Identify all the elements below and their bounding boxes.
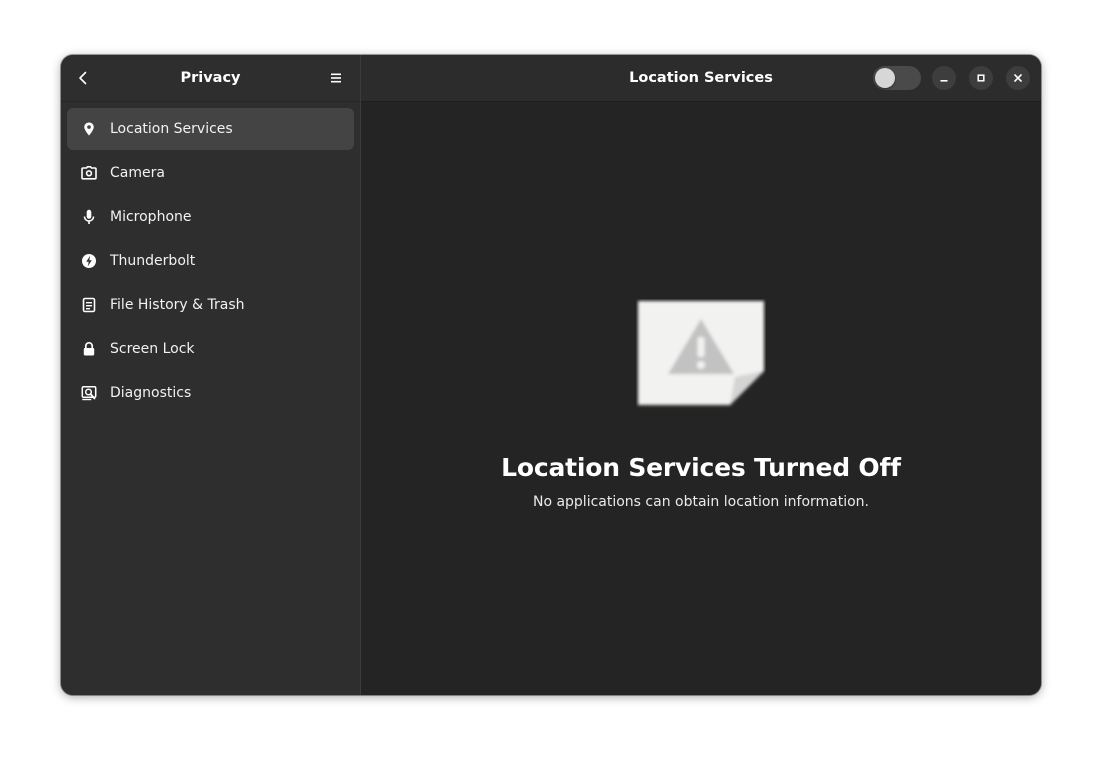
sidebar-item-camera[interactable]: Camera <box>67 152 354 194</box>
sidebar-item-screen-lock[interactable]: Screen Lock <box>67 328 354 370</box>
sidebar-item-label: Camera <box>110 165 165 181</box>
main-menu-button[interactable] <box>320 62 352 94</box>
sidebar-item-thunderbolt[interactable]: Thunderbolt <box>67 240 354 282</box>
sidebar-item-label: Screen Lock <box>110 341 195 357</box>
sidebar-title: Privacy <box>180 70 241 86</box>
status-page: Location Services Turned Off No applicat… <box>361 299 1041 510</box>
status-description: No applications can obtain location info… <box>532 494 870 510</box>
sidebar-item-label: File History & Trash <box>110 297 245 313</box>
lock-icon <box>81 341 97 357</box>
content-header: Location Services <box>361 55 1041 102</box>
diagnostics-icon <box>81 385 97 401</box>
sidebar-item-location-services[interactable]: Location Services <box>67 108 354 150</box>
settings-window: Privacy Location Services Camera Microph… <box>61 55 1041 695</box>
minimize-button[interactable] <box>932 66 956 90</box>
camera-icon <box>81 165 97 181</box>
maximize-button[interactable] <box>969 66 993 90</box>
sidebar-item-microphone[interactable]: Microphone <box>67 196 354 238</box>
sidebar-item-label: Location Services <box>110 121 233 137</box>
sidebar-item-file-history-trash[interactable]: File History & Trash <box>67 284 354 326</box>
close-icon <box>1014 74 1022 82</box>
sidebar-item-label: Thunderbolt <box>110 253 196 269</box>
location-pin-icon <box>81 121 97 137</box>
toggle-knob <box>875 68 895 88</box>
thunderbolt-icon <box>81 253 97 269</box>
microphone-icon <box>81 209 97 225</box>
file-history-icon <box>81 297 97 313</box>
content-pane: Location Services Location Services Turn… <box>361 55 1041 695</box>
minimize-icon <box>940 80 948 82</box>
location-services-toggle[interactable] <box>873 66 921 90</box>
hamburger-menu-icon <box>331 73 341 83</box>
maximize-icon <box>977 74 985 82</box>
sidebar-item-label: Diagnostics <box>110 385 192 401</box>
warning-image-icon <box>638 301 764 405</box>
close-button[interactable] <box>1006 66 1030 90</box>
back-button[interactable] <box>67 62 99 94</box>
sidebar-item-diagnostics[interactable]: Diagnostics <box>67 372 354 414</box>
chevron-left-icon <box>79 71 87 85</box>
sidebar: Privacy Location Services Camera Microph… <box>61 55 361 695</box>
sidebar-header: Privacy <box>61 55 360 102</box>
sidebar-list: Location Services Camera Microphone Thun… <box>61 102 360 414</box>
sidebar-item-label: Microphone <box>110 209 192 225</box>
status-title: Location Services Turned Off <box>501 453 901 482</box>
